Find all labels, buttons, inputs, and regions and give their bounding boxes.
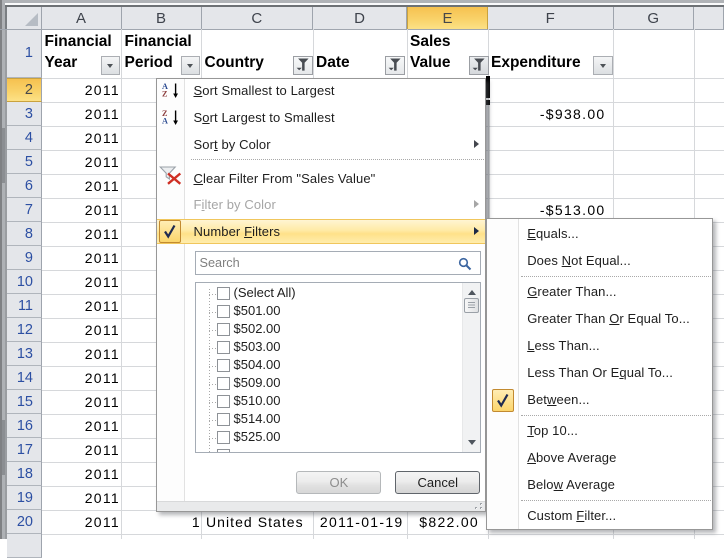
svg-text:A: A	[162, 116, 168, 125]
svg-text:Z: Z	[162, 89, 168, 98]
